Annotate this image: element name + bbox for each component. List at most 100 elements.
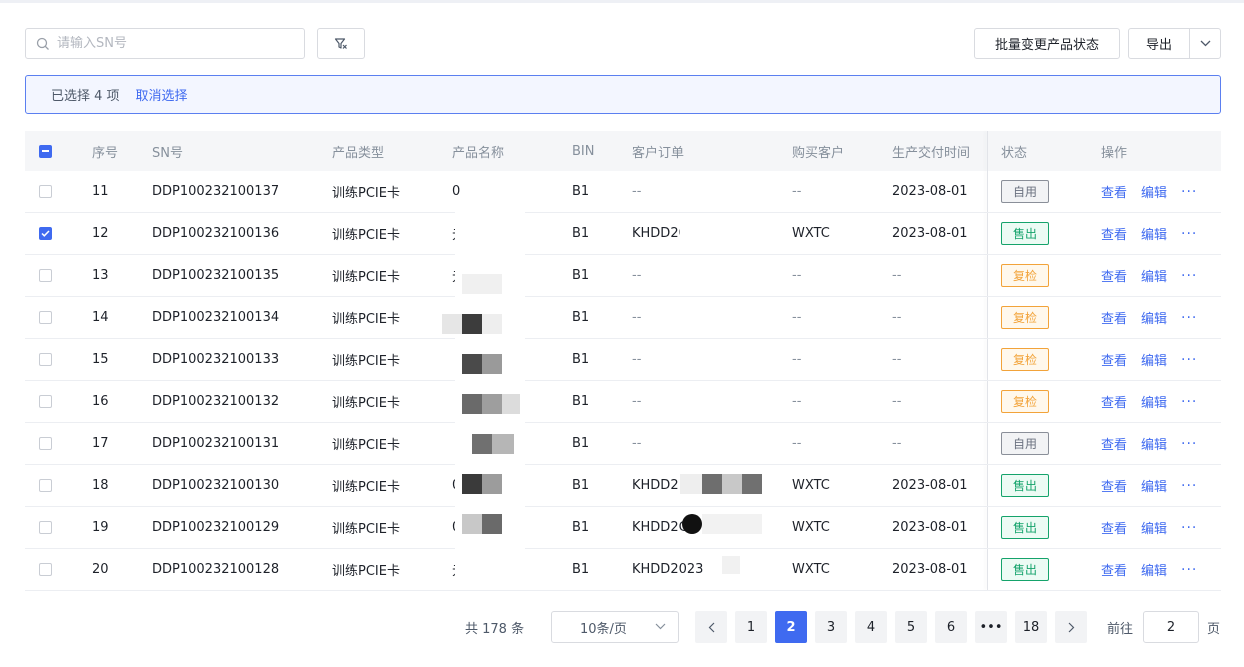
edit-link[interactable]: 编辑 [1141,392,1167,411]
row-order: -- [632,310,642,325]
page-size-select[interactable]: 10条/页 [551,611,679,643]
edit-link[interactable]: 编辑 [1141,560,1167,579]
view-link[interactable]: 查看 [1101,476,1127,495]
view-link[interactable]: 查看 [1101,266,1127,285]
export-button[interactable]: 导出 [1129,29,1190,58]
status-badge: 复检 [1001,306,1049,329]
row-actions: 查看 编辑 ··· [1101,255,1211,296]
row-checkbox[interactable] [39,395,52,408]
search-input[interactable] [57,36,277,51]
row-checkbox[interactable] [39,479,52,492]
row-customer: -- [792,436,802,451]
fixed-column-divider [987,507,988,548]
search-icon [36,37,49,50]
edit-link[interactable]: 编辑 [1141,434,1167,453]
row-type: 训练PCIE卡 [332,186,400,201]
row-index: 15 [92,352,109,367]
goto-page-input[interactable]: 2 [1143,611,1199,643]
edit-link[interactable]: 编辑 [1141,350,1167,369]
row-checkbox[interactable] [39,185,52,198]
row-order: -- [632,268,642,283]
more-actions-button[interactable]: ··· [1181,562,1197,578]
view-link[interactable]: 查看 [1101,224,1127,243]
row-checkbox[interactable] [39,227,52,240]
more-actions-button[interactable]: ··· [1181,520,1197,536]
view-link[interactable]: 查看 [1101,434,1127,453]
page-button[interactable]: 18 [1015,611,1047,643]
view-link[interactable]: 查看 [1101,182,1127,201]
prev-page-button[interactable] [695,611,727,643]
row-time: -- [892,310,902,325]
row-checkbox[interactable] [39,521,52,534]
row-select-cell [39,213,55,254]
more-actions-button[interactable]: ··· [1181,436,1197,452]
page-button[interactable]: 3 [815,611,847,643]
page-button[interactable]: 6 [935,611,967,643]
fixed-column-divider [987,423,988,464]
edit-link[interactable]: 编辑 [1141,308,1167,327]
page-button[interactable]: 5 [895,611,927,643]
row-actions: 查看 编辑 ··· [1101,507,1211,548]
more-actions-button[interactable]: ··· [1181,352,1197,368]
fixed-column-divider [987,213,988,254]
view-link[interactable]: 查看 [1101,350,1127,369]
row-status-cell: 售出 [1001,465,1091,506]
row-status-cell: 复检 [1001,297,1091,338]
fixed-column-divider [987,171,988,212]
search-box[interactable] [25,28,305,59]
table-row: 16 DDP100232100132 训练PCIE卡 B1 -- -- -- 复检 查看 编辑 ··… [25,381,1221,423]
more-actions-button[interactable]: ··· [1181,394,1197,410]
row-bin: B1 [572,520,590,535]
page-button[interactable]: 2 [775,611,807,643]
more-actions-button[interactable]: ··· [1181,478,1197,494]
edit-link[interactable]: 编辑 [1141,224,1167,243]
view-link[interactable]: 查看 [1101,308,1127,327]
row-checkbox[interactable] [39,311,52,324]
row-order: -- [632,436,642,451]
next-page-button[interactable] [1055,611,1087,643]
more-actions-button[interactable]: ··· [1181,310,1197,326]
row-status-cell: 售出 [1001,213,1091,254]
row-customer: -- [792,184,802,199]
pagination: 共 178 条 10条/页 1 2 3 4 5 6 ••• 18 前往 2 页 [0,611,1244,643]
row-checkbox[interactable] [39,269,52,282]
row-customer: -- [792,268,802,283]
view-link[interactable]: 查看 [1101,392,1127,411]
row-checkbox[interactable] [39,563,52,576]
more-actions-button[interactable]: ··· [1181,184,1197,200]
row-sn: DDP100232100132 [152,394,280,409]
row-checkbox[interactable] [39,353,52,366]
export-dropdown-button[interactable] [1190,29,1220,58]
row-sn: DDP100232100135 [152,268,280,283]
edit-link[interactable]: 编辑 [1141,182,1167,201]
row-bin: B1 [572,478,590,493]
row-sn: DDP100232100134 [152,310,280,325]
row-checkbox[interactable] [39,437,52,450]
edit-link[interactable]: 编辑 [1141,476,1167,495]
fixed-column-divider [987,131,988,171]
row-order: -- [632,184,642,199]
row-actions: 查看 编辑 ··· [1101,171,1211,212]
row-sn: DDP100232100131 [152,436,280,451]
row-index: 19 [92,520,109,535]
cancel-selection-link[interactable]: 取消选择 [136,85,188,104]
header-time: 生产交付时间 [892,145,971,161]
more-actions-button[interactable]: ··· [1181,268,1197,284]
view-link[interactable]: 查看 [1101,560,1127,579]
row-bin: B1 [572,268,590,283]
view-link[interactable]: 查看 [1101,518,1127,537]
edit-link[interactable]: 编辑 [1141,266,1167,285]
edit-link[interactable]: 编辑 [1141,518,1167,537]
filter-button[interactable] [317,28,365,59]
row-customer: WXTC [792,562,830,577]
chevron-left-icon [708,622,714,632]
filter-icon [334,37,347,49]
page-button[interactable]: 1 [735,611,767,643]
select-all-cell [39,131,55,171]
page-ellipsis-button[interactable]: ••• [975,611,1007,643]
batch-change-status-button[interactable]: 批量变更产品状态 [974,28,1120,59]
page-button[interactable]: 4 [855,611,887,643]
row-time: 2023-08-01 [892,184,968,199]
more-actions-button[interactable]: ··· [1181,226,1197,242]
select-all-checkbox[interactable] [39,144,52,158]
